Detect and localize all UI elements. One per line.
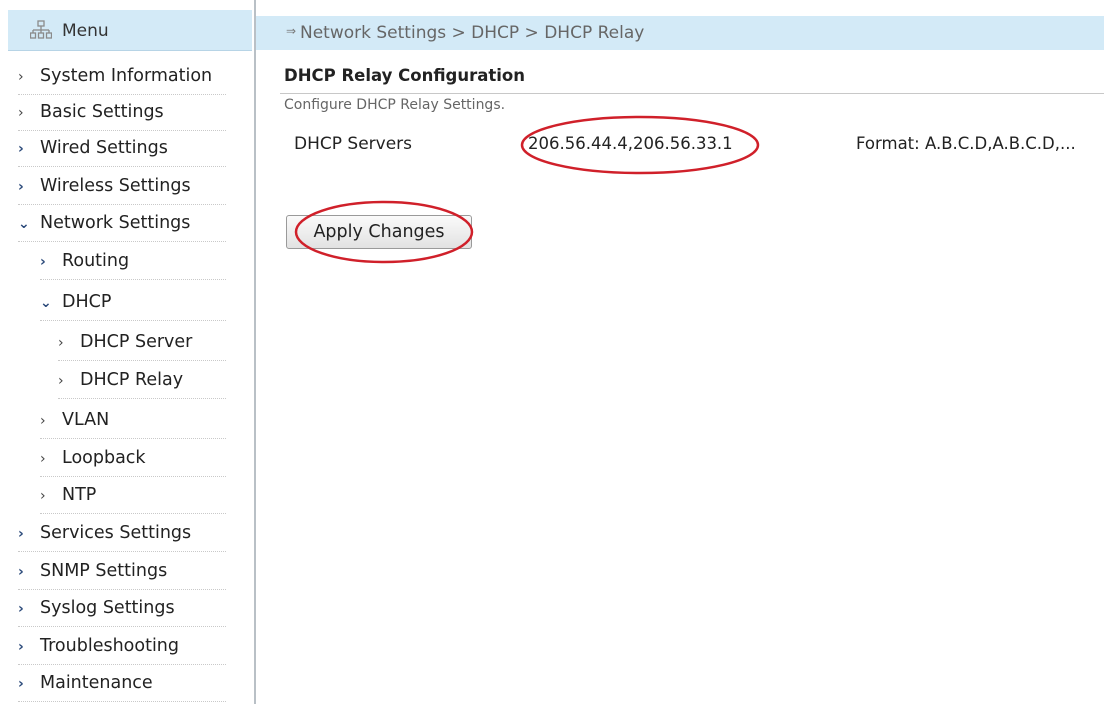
sidebar-item-label: SNMP Settings (40, 561, 168, 581)
chevron-right-icon: › (18, 105, 24, 121)
sidebar-item-label: Wireless Settings (40, 176, 191, 196)
sidebar-item-dhcp[interactable]: ⌄ DHCP (40, 284, 226, 321)
chevron-down-icon: ⌄ (18, 216, 30, 232)
sidebar-item-label: Troubleshooting (40, 636, 180, 656)
breadcrumb-arrow-icon: ⇒ (286, 24, 297, 38)
dhcp-servers-input[interactable] (528, 131, 748, 155)
dhcp-servers-label: DHCP Servers (294, 134, 413, 154)
sidebar-item-label: System Information (40, 66, 213, 86)
chevron-down-icon: ⌄ (40, 295, 52, 311)
chevron-right-icon: › (58, 335, 64, 351)
sidebar-item-label: Network Settings (40, 213, 191, 233)
chevron-right-icon: › (18, 69, 24, 85)
apply-changes-button[interactable]: Apply Changes (286, 215, 472, 249)
sidebar-item-label: NTP (62, 485, 97, 505)
sidebar-item-wireless-settings[interactable]: › Wireless Settings (18, 168, 226, 205)
sidebar-item-label: DHCP (62, 292, 112, 312)
chevron-right-icon: › (40, 413, 46, 429)
sidebar-item-wired-settings[interactable]: › Wired Settings (18, 130, 226, 167)
chevron-right-icon: › (40, 254, 46, 270)
sidebar-item-label: Syslog Settings (40, 598, 175, 618)
breadcrumb-text: Network Settings > DHCP > DHCP Relay (300, 23, 645, 43)
chevron-right-icon: › (18, 676, 24, 692)
sidebar-item-ntp[interactable]: › NTP (40, 477, 226, 514)
sidebar-item-vlan[interactable]: › VLAN (40, 402, 226, 439)
chevron-right-icon: › (40, 488, 46, 504)
chevron-right-icon: › (18, 601, 24, 617)
sidebar-item-services-settings[interactable]: › Services Settings (18, 515, 226, 552)
sidebar-item-troubleshooting[interactable]: › Troubleshooting (18, 628, 226, 665)
menu-header: Menu (8, 10, 252, 51)
network-icon (30, 20, 52, 39)
chevron-right-icon: › (18, 141, 24, 157)
menu-label: Menu (62, 21, 109, 41)
title-divider (280, 93, 1104, 94)
page-title: DHCP Relay Configuration (284, 66, 526, 85)
sidebar-item-label: Routing (62, 251, 130, 271)
sidebar-item-label: Basic Settings (40, 102, 164, 122)
sidebar-item-label: Loopback (62, 448, 146, 468)
sidebar-item-syslog-settings[interactable]: › Syslog Settings (18, 590, 226, 627)
sidebar-item-label: VLAN (62, 410, 110, 430)
sidebar-item-basic-settings[interactable]: › Basic Settings (18, 94, 226, 131)
sidebar-item-snmp-settings[interactable]: › SNMP Settings (18, 553, 226, 590)
sidebar-menu: Menu › System Information › Basic Settings… (0, 0, 256, 704)
chevron-right-icon: › (40, 451, 46, 467)
sidebar-item-dhcp-server[interactable]: › DHCP Server (58, 324, 226, 361)
chevron-right-icon: › (18, 179, 24, 195)
sidebar-item-label: DHCP Server (80, 332, 193, 352)
sidebar-item-label: Maintenance (40, 673, 153, 693)
chevron-right-icon: › (18, 564, 24, 580)
sidebar-item-label: DHCP Relay (80, 370, 184, 390)
sidebar-item-network-settings[interactable]: ⌄ Network Settings (18, 205, 226, 242)
format-hint: Format: A.B.C.D,A.B.C.D,... (856, 134, 1076, 153)
chevron-right-icon: › (58, 373, 64, 389)
sidebar-item-label: Services Settings (40, 523, 192, 543)
sidebar-item-label: Wired Settings (40, 138, 168, 158)
sidebar-item-maintenance[interactable]: › Maintenance (18, 665, 226, 702)
chevron-right-icon: › (18, 526, 24, 542)
sidebar-item-dhcp-relay[interactable]: › DHCP Relay (58, 362, 226, 399)
sidebar-item-routing[interactable]: › Routing (40, 243, 226, 280)
breadcrumb: ⇒ Network Settings > DHCP > DHCP Relay (256, 16, 1104, 50)
sidebar-item-system-information[interactable]: › System Information (18, 58, 226, 95)
page-description: Configure DHCP Relay Settings. (284, 97, 506, 113)
chevron-right-icon: › (18, 639, 24, 655)
sidebar-item-loopback[interactable]: › Loopback (40, 440, 226, 477)
